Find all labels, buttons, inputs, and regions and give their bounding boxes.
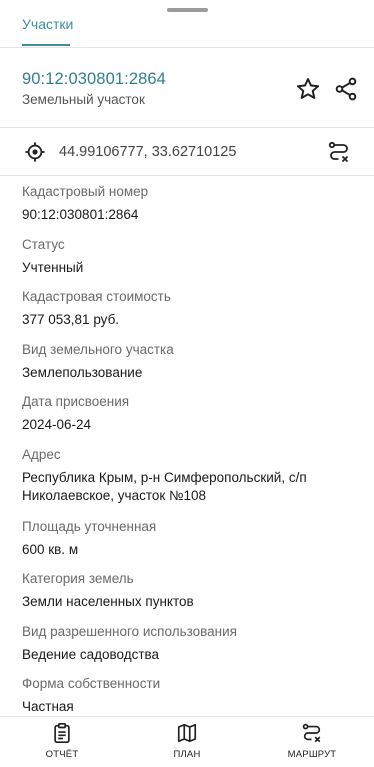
field-label: Категория земель bbox=[22, 571, 134, 586]
active-tab-indicator bbox=[22, 44, 70, 46]
field-value: 377 053,81 руб. bbox=[22, 312, 120, 327]
field-label: Дата присвоения bbox=[22, 394, 130, 409]
field-label: Вид земельного участка bbox=[22, 341, 174, 357]
field-cadastral-number: Кадастровый номер 90:12:030801:2864 bbox=[22, 184, 362, 237]
report-label: ОТЧЁТ bbox=[45, 749, 79, 760]
field-label: Вид разрешенного использования bbox=[22, 623, 237, 639]
field-value: Частная bbox=[22, 699, 74, 714]
route-icon bbox=[302, 723, 321, 743]
share-icon[interactable] bbox=[333, 76, 359, 102]
field-status: Статус Учтенный bbox=[22, 237, 362, 290]
route-button[interactable]: МАРШРУТ bbox=[272, 722, 352, 760]
cadastral-number-title[interactable]: 90:12:030801:2864 bbox=[22, 70, 166, 89]
field-permitted-use: Вид разрешенного использования Ведение с… bbox=[22, 624, 362, 677]
coordinates-row: 44.99106777, 33.62710125 bbox=[0, 129, 374, 176]
target-icon[interactable] bbox=[24, 141, 46, 163]
route-icon[interactable] bbox=[327, 140, 351, 164]
field-label: Кадастровая стоимость bbox=[22, 289, 171, 304]
field-assignment-date: Дата присвоения 2024-06-24 bbox=[22, 394, 362, 447]
bottom-navigation: ОТЧЁТ ПЛАН МАРШРУТ bbox=[0, 716, 374, 767]
field-plot-kind: Вид земельного участка Землепользование bbox=[22, 342, 362, 395]
route-label: МАРШРУТ bbox=[287, 749, 337, 760]
field-label: Форма собственности bbox=[22, 676, 161, 691]
clipboard-icon bbox=[54, 723, 70, 743]
field-label: Площадь уточненная bbox=[22, 518, 157, 534]
report-button[interactable]: ОТЧЁТ bbox=[22, 722, 102, 760]
field-land-category: Категория земель Земли населенных пункто… bbox=[22, 571, 362, 624]
plan-button[interactable]: ПЛАН bbox=[147, 722, 227, 760]
field-cadastral-value: Кадастровая стоимость 377 053,81 руб. bbox=[22, 289, 362, 342]
field-value: 2024-06-24 bbox=[22, 417, 92, 432]
plan-label: ПЛАН bbox=[173, 749, 201, 760]
field-label: Статус bbox=[22, 236, 65, 252]
field-value: Учтенный bbox=[22, 259, 84, 275]
plot-type-subtitle: Земельный участок bbox=[22, 92, 145, 107]
field-address: Адрес Республика Крым, р-н Симферопольск… bbox=[22, 447, 362, 519]
field-value: Республика Крым, р-н Симферопольский, с/… bbox=[22, 469, 307, 503]
map-icon bbox=[177, 723, 197, 743]
field-value: 600 кв. м bbox=[22, 541, 79, 557]
field-value: 90:12:030801:2864 bbox=[22, 207, 139, 222]
field-area: Площадь уточненная 600 кв. м bbox=[22, 519, 362, 572]
field-label: Кадастровый номер bbox=[22, 184, 149, 199]
field-label: Адрес bbox=[22, 446, 61, 462]
coordinates-text[interactable]: 44.99106777, 33.62710125 bbox=[59, 144, 236, 160]
plot-header: 90:12:030801:2864 Земельный участок bbox=[0, 48, 374, 128]
plot-details: Кадастровый номер 90:12:030801:2864 Стат… bbox=[22, 184, 362, 729]
star-icon[interactable] bbox=[295, 76, 321, 102]
field-value: Земли населенных пунктов bbox=[22, 594, 194, 609]
tab-plots[interactable]: Участки bbox=[22, 16, 73, 32]
field-value: Землепользование bbox=[22, 364, 143, 380]
sheet-drag-handle[interactable] bbox=[167, 8, 208, 12]
field-value: Ведение садоводства bbox=[22, 646, 160, 662]
